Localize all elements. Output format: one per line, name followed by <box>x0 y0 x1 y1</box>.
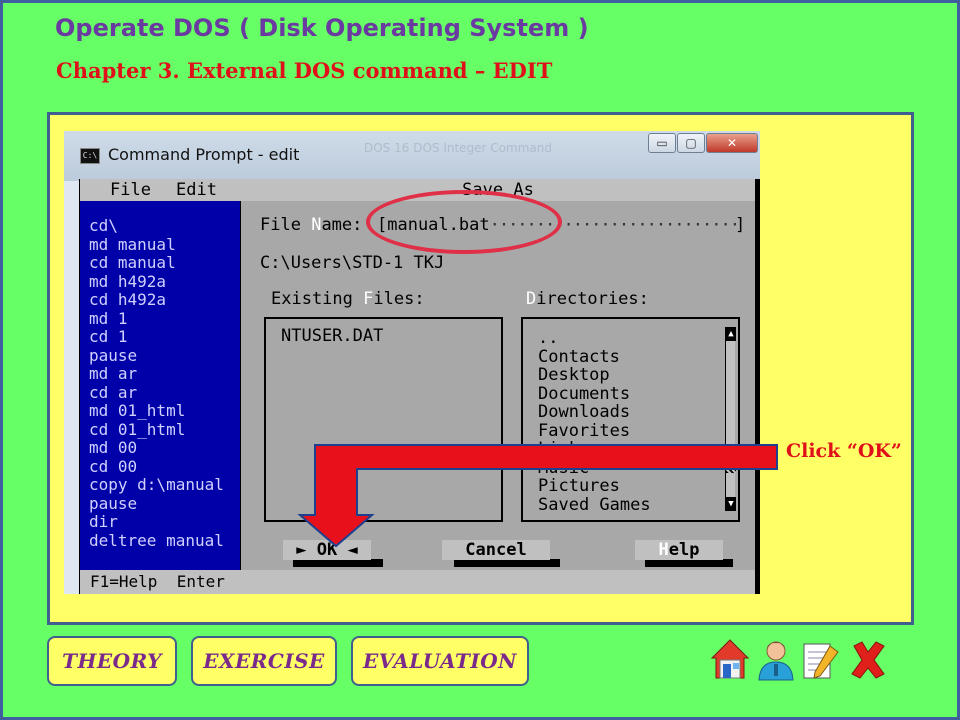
scroll-down-icon[interactable]: ▼ <box>726 497 736 511</box>
window-title: Command Prompt - edit <box>108 145 300 164</box>
window-controls: ▭ ▢ ✕ <box>647 133 758 153</box>
notepad-icon[interactable] <box>800 638 840 682</box>
directory-item[interactable]: Contacts <box>538 347 738 367</box>
help-hotkey: H <box>658 540 669 560</box>
directory-item[interactable]: Favorites <box>538 421 738 441</box>
editor-line: cd\ <box>89 216 118 235</box>
editor-line: pause <box>89 493 138 513</box>
editor-line: md h492a <box>89 271 167 291</box>
evaluation-button[interactable]: EVALUATION <box>351 636 529 686</box>
page-title: Operate DOS ( Disk Operating System ) <box>55 14 589 42</box>
current-directory: C:\Users\STD-1 TKJ <box>260 253 445 273</box>
existing-files-label: Existing Files: <box>271 289 425 309</box>
editor-line: md manual <box>89 234 176 254</box>
window-titlebar: C:\ Command Prompt - edit DOS 16 DOS Int… <box>64 131 760 181</box>
editor-line: cd ar <box>89 382 138 402</box>
directories-text: irectories: <box>536 289 649 309</box>
editor-line: cd manual <box>89 253 176 272</box>
files-listbox[interactable]: NTUSER.DAT <box>264 317 503 522</box>
directories-label: Directories: <box>526 289 649 309</box>
file-name-bracket: ] <box>735 215 746 235</box>
editor-line: cd 01_html <box>89 419 186 439</box>
theory-button[interactable]: THEORY <box>47 636 177 686</box>
directory-item[interactable]: Desktop <box>538 366 738 385</box>
dos-editor-text: cd\ md manual cd manual md h492a cd h492… <box>80 201 240 572</box>
scroll-up-icon[interactable]: ▲ <box>726 327 736 341</box>
existing-files-text: Existing <box>271 289 364 309</box>
chapter-title: Chapter 3. External DOS command – EDIT <box>56 58 553 83</box>
ok-button-label: OK <box>316 540 338 560</box>
directory-item[interactable]: Downloads <box>538 403 738 422</box>
help-button-label: elp <box>668 540 700 560</box>
close-x-icon[interactable] <box>848 638 888 682</box>
close-button[interactable]: ✕ <box>706 133 758 153</box>
directory-item[interactable]: Saved Games <box>538 495 738 515</box>
editor-line: md 00 <box>89 438 138 457</box>
directories-listbox[interactable]: .. Contacts Desktop Documents Downloads … <box>521 317 740 522</box>
menu-edit[interactable]: Edit <box>176 180 217 200</box>
existing-files-text: iles: <box>373 289 425 309</box>
editor-line: copy d:\manual <box>89 475 224 494</box>
editor-line: cd h492a <box>89 290 167 309</box>
file-name-label-text: File <box>260 215 312 235</box>
directory-item[interactable]: Pictures <box>538 477 738 496</box>
ok-button-shadow <box>293 559 383 567</box>
cancel-button-shadow <box>454 559 560 567</box>
user-icon[interactable] <box>756 638 796 682</box>
cancel-button[interactable]: Cancel <box>442 540 550 560</box>
editor-line: md 01_html <box>89 401 186 420</box>
help-button-shadow <box>645 559 733 567</box>
directories-scrollbar[interactable]: ▲ ▼ <box>725 327 736 511</box>
highlight-ellipse <box>366 190 562 254</box>
editor-line: md ar <box>89 364 138 383</box>
file-name-hotkey: N <box>311 215 322 235</box>
directory-item[interactable]: .. <box>538 329 738 348</box>
help-button[interactable]: Help <box>635 540 723 560</box>
directories-hotkey: D <box>526 289 537 309</box>
editor-line: md 1 <box>89 308 128 328</box>
editor-line: pause <box>89 345 138 365</box>
dos-statusbar: F1=Help Enter <box>80 570 755 594</box>
scroll-thumb[interactable] <box>726 445 736 473</box>
file-name-label-text: ame: <box>321 215 373 235</box>
editor-line: deltree manual <box>89 530 224 550</box>
existing-files-hotkey: F <box>363 289 374 309</box>
directory-item[interactable]: Music <box>538 458 738 478</box>
directory-item[interactable]: Documents <box>538 384 738 404</box>
file-item[interactable]: NTUSER.DAT <box>281 327 501 346</box>
background-window-title: DOS 16 DOS Integer Command <box>364 141 552 155</box>
click-ok-callout: Click “OK” <box>786 440 902 462</box>
editor-line: dir <box>89 512 118 531</box>
editor-line: cd 1 <box>89 327 128 346</box>
menu-file[interactable]: File <box>110 180 151 200</box>
maximize-button[interactable]: ▢ <box>677 133 705 153</box>
exercise-button[interactable]: EXERCISE <box>191 636 337 686</box>
directory-item[interactable]: Links <box>538 440 738 459</box>
editor-line: cd 00 <box>89 456 138 476</box>
home-icon[interactable] <box>710 638 750 682</box>
file-name-label: File Name: <box>260 215 373 235</box>
minimize-button[interactable]: ▭ <box>648 133 676 153</box>
cmd-icon: C:\ <box>80 148 100 164</box>
ok-button[interactable]: ► OK ◄ <box>283 540 371 560</box>
